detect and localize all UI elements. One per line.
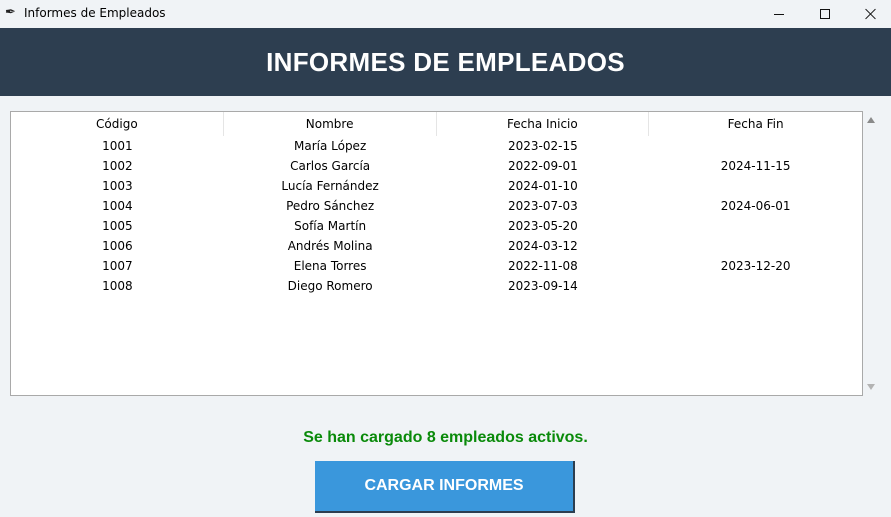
cell-fecha-fin [649, 136, 862, 156]
cell-nombre: Andrés Molina [287, 239, 373, 253]
close-button[interactable] [848, 0, 891, 28]
load-reports-button[interactable]: CARGAR INFORMES [315, 461, 575, 513]
table-row[interactable]: 1004 Pedro Sánchez 2023-07-03 2024-06-01 [11, 196, 862, 216]
page-header: INFORMES DE EMPLEADOS [0, 28, 891, 96]
scroll-up-arrow-icon[interactable] [867, 117, 875, 123]
cell-codigo: 1007 [102, 259, 133, 273]
cell-nombre: Elena Torres [293, 259, 367, 273]
cell-nombre: Carlos García [290, 159, 371, 173]
cell-nombre: Sofía Martín [294, 219, 367, 233]
minimize-button[interactable] [756, 0, 802, 28]
table-row[interactable]: 1007 Elena Torres 2022-11-08 2023-12-20 [11, 256, 862, 276]
page-title: INFORMES DE EMPLEADOS [266, 46, 625, 77]
cell-nombre: Lucía Fernández [281, 179, 379, 193]
cell-fecha-inicio: 2024-01-10 [508, 179, 578, 193]
close-icon [865, 8, 877, 20]
table-row[interactable]: 1001 María López 2023-02-15 [11, 136, 862, 156]
cell-fecha-fin [649, 176, 862, 196]
cell-fecha-inicio: 2023-07-03 [508, 199, 578, 213]
column-header-codigo[interactable]: Código [11, 112, 224, 136]
table-row[interactable]: 1002 Carlos García 2022-09-01 2024-11-15 [11, 156, 862, 176]
window-titlebar: ✒ Informes de Empleados [0, 0, 891, 28]
maximize-button[interactable] [802, 0, 848, 28]
table-row[interactable]: 1008 Diego Romero 2023-09-14 [11, 276, 862, 296]
column-header-fecha-fin[interactable]: Fecha Fin [649, 112, 862, 136]
status-message: Se han cargado 8 empleados activos. [303, 429, 588, 446]
maximize-icon [820, 9, 830, 19]
cell-fecha-fin: 2023-12-20 [720, 259, 791, 273]
cell-fecha-fin: 2024-06-01 [720, 199, 791, 213]
cell-fecha-inicio: 2024-03-12 [508, 239, 578, 253]
cell-fecha-fin [649, 276, 862, 296]
cell-fecha-fin: 2024-11-15 [720, 159, 791, 173]
table-header: Código Nombre Fecha Inicio Fecha Fin [11, 112, 862, 136]
cell-nombre: Diego Romero [287, 279, 373, 293]
cell-fecha-inicio: 2023-05-20 [508, 219, 578, 233]
table-row[interactable]: 1005 Sofía Martín 2023-05-20 [11, 216, 862, 236]
feather-icon: ✒ [5, 5, 16, 20]
cell-codigo: 1002 [102, 159, 133, 173]
vertical-scrollbar[interactable] [863, 111, 880, 396]
table-row[interactable]: 1006 Andrés Molina 2024-03-12 [11, 236, 862, 256]
column-header-nombre[interactable]: Nombre [224, 112, 437, 136]
cell-fecha-inicio: 2022-11-08 [508, 259, 578, 273]
scroll-down-arrow-icon[interactable] [867, 384, 875, 390]
table-row[interactable]: 1003 Lucía Fernández 2024-01-10 [11, 176, 862, 196]
cell-codigo: 1004 [102, 199, 133, 213]
cell-fecha-inicio: 2023-09-14 [508, 279, 578, 293]
cell-codigo: 1003 [102, 179, 133, 193]
column-header-fecha-inicio[interactable]: Fecha Inicio [437, 112, 650, 136]
cell-codigo: 1001 [102, 139, 133, 153]
cell-codigo: 1006 [102, 239, 133, 253]
cell-nombre: María López [293, 139, 367, 153]
cell-codigo: 1008 [102, 279, 133, 293]
minimize-icon [774, 13, 784, 15]
cell-nombre: Pedro Sánchez [286, 199, 375, 213]
cell-fecha-inicio: 2023-02-15 [508, 139, 578, 153]
cell-fecha-fin [649, 236, 862, 256]
cell-codigo: 1005 [102, 219, 133, 233]
employees-table[interactable]: Código Nombre Fecha Inicio Fecha Fin 100… [10, 111, 863, 396]
window-title: Informes de Empleados [24, 6, 166, 20]
cell-fecha-inicio: 2022-09-01 [508, 159, 578, 173]
table-body: 1001 María López 2023-02-15 1002 Carlos … [11, 136, 862, 296]
cell-fecha-fin [649, 216, 862, 236]
